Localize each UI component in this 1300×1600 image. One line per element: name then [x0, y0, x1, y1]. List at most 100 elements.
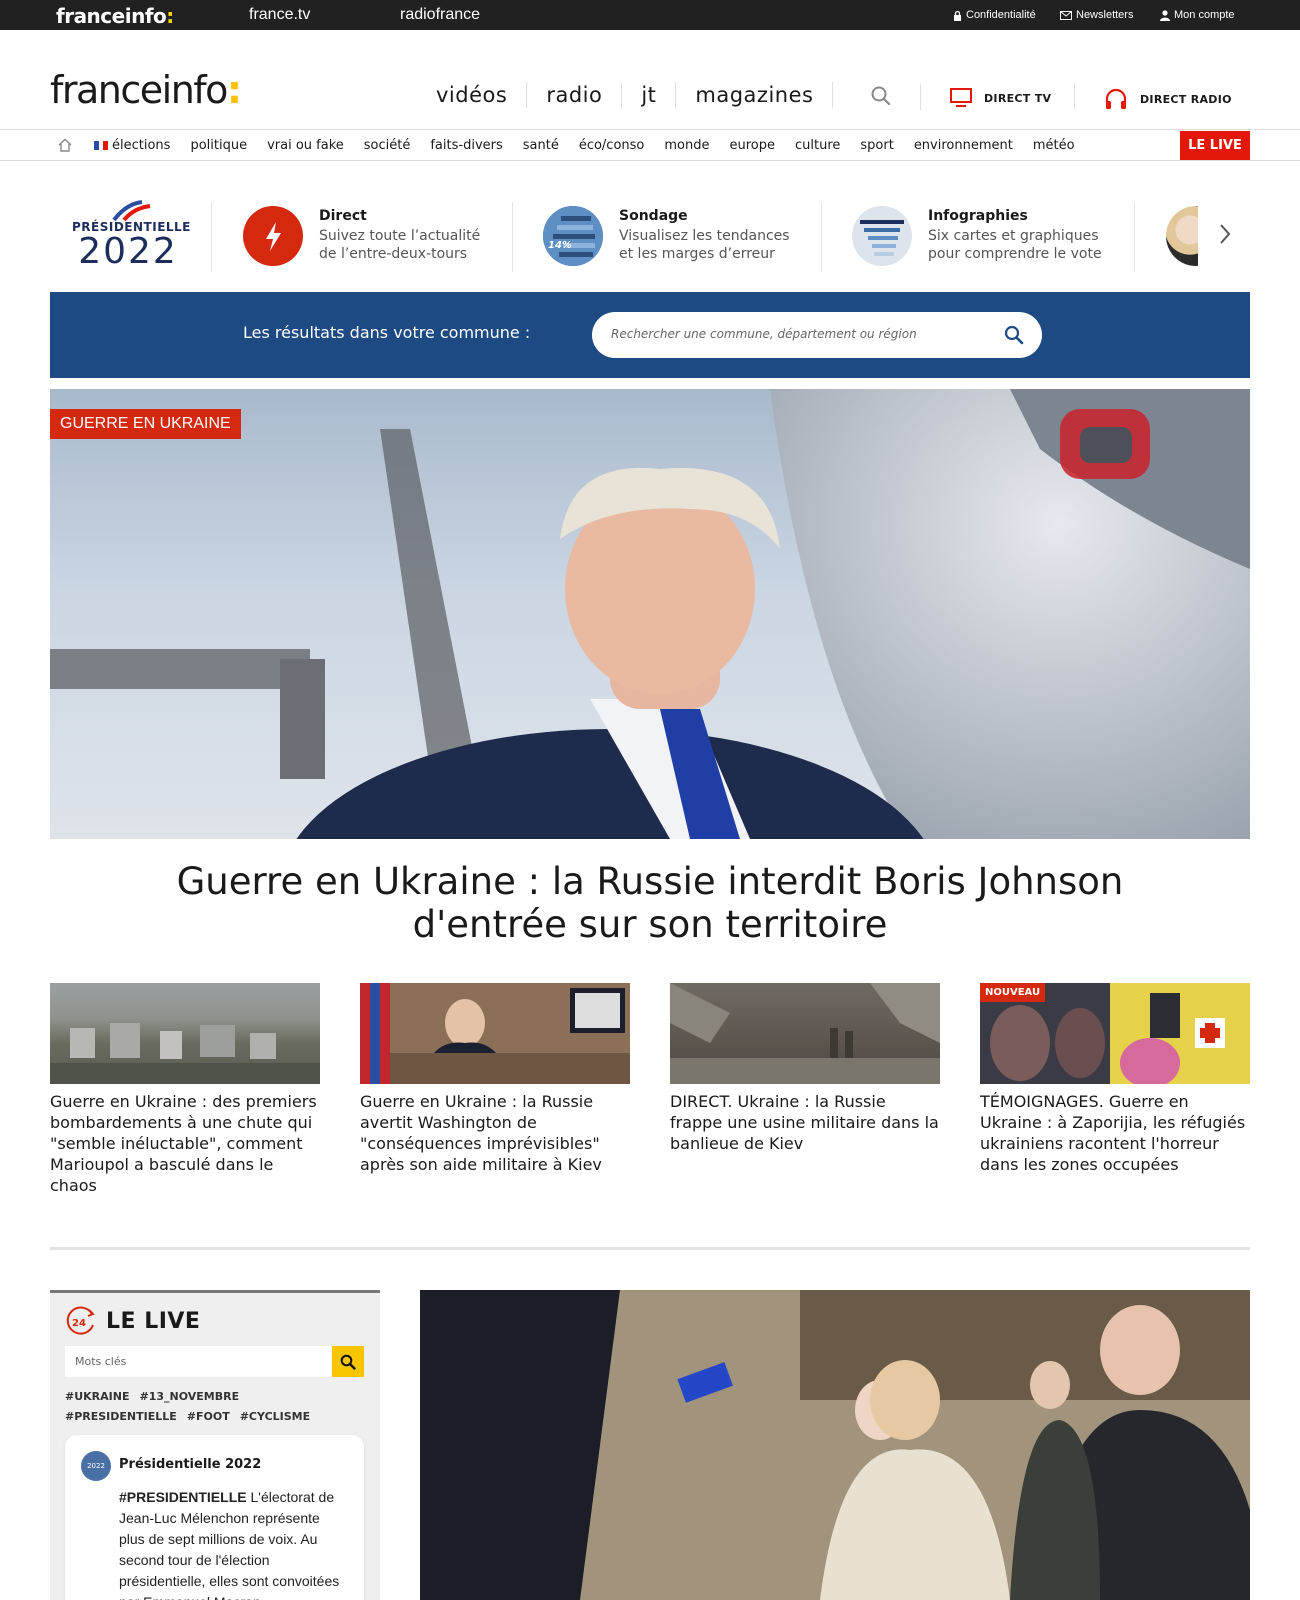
category-environnement[interactable]: environnement [914, 138, 1013, 153]
nav-magazines[interactable]: magazines [676, 82, 834, 108]
nav-radio[interactable]: radio [527, 82, 623, 108]
commune-results-banner: Les résultats dans votre commune : Reche… [50, 292, 1250, 378]
direct-card[interactable]: Direct Suivez toute l’actualité de l’ent… [243, 206, 480, 266]
infographic-bars-icon [852, 206, 912, 266]
article-card[interactable]: NOUVEAU TÉMOIGNAGES. Guerre en Ukraine :… [980, 983, 1250, 1196]
home-icon[interactable] [57, 137, 73, 157]
strip-separator [512, 202, 513, 272]
live-24-icon: 24 [66, 1306, 95, 1335]
hashtag-ukraine[interactable]: #UKRAINE [65, 1387, 129, 1407]
infographies-card-title: Infographies [928, 208, 1028, 224]
hashtag-foot[interactable]: #FOOT [187, 1407, 230, 1427]
hashtag-presidentielle[interactable]: #PRESIDENTIELLE [65, 1407, 177, 1427]
le-live-panel: 24 LE LIVE Mots clés #UKRAINE #13_NOVEMBR… [50, 1290, 380, 1600]
direct-card-desc: de l’entre-deux-tours [319, 246, 468, 262]
strip-separator [1134, 202, 1135, 272]
hero-headline[interactable]: Guerre en Ukraine : la Russie interdit B… [50, 860, 1250, 946]
nouveau-badge: NOUVEAU [980, 983, 1046, 1002]
commune-search-input[interactable]: Rechercher une commune, département ou r… [592, 312, 1042, 358]
category-eco-conso[interactable]: éco/conso [579, 138, 645, 153]
franceinfo-logo[interactable]: franceinfo: [50, 68, 242, 112]
lock-icon [954, 10, 961, 21]
infographies-card[interactable]: Infographies Six cartes et graphiques po… [852, 206, 1102, 266]
direct-tv-link[interactable]: DIRECT TV [950, 88, 1051, 108]
hashtag-list: #UKRAINE #13_NOVEMBRE#PRESIDENTIELLE #FOOT… [65, 1387, 365, 1427]
category-meteo[interactable]: météo [1033, 138, 1075, 153]
article-title: Guerre en Ukraine : la Russie avertit Wa… [360, 1092, 602, 1174]
featured-photo-image [420, 1290, 1250, 1600]
top-brand-colon: : [166, 4, 174, 28]
article-card[interactable]: DIRECT. Ukraine : la Russie frappe une u… [670, 983, 940, 1196]
search-icon[interactable] [1004, 325, 1024, 349]
header-separator [920, 84, 921, 110]
lightning-icon [243, 206, 303, 266]
direct-radio-link[interactable]: DIRECT RADIO [1104, 88, 1232, 110]
sondage-percent-badge: 14% [548, 240, 572, 251]
category-elections[interactable]: élections [94, 138, 170, 153]
sondage-card-desc: et les marges d’erreur [619, 246, 775, 262]
search-icon[interactable] [332, 1346, 364, 1377]
hashtag-13-novembre[interactable]: #13_NOVEMBRE [139, 1387, 239, 1407]
logo-colon: : [226, 68, 242, 112]
category-culture[interactable]: culture [795, 138, 840, 153]
radiofrance-link[interactable]: radiofrance [400, 6, 480, 24]
article-title: DIRECT. Ukraine : la Russie frappe une u… [670, 1092, 939, 1153]
header-search-icon[interactable] [870, 85, 892, 111]
mon-compte-link[interactable]: Mon compte [1160, 9, 1235, 21]
commune-search-placeholder: Rechercher une commune, département ou r… [611, 327, 917, 341]
hashtag-cyclisme[interactable]: #CYCLISME [240, 1407, 310, 1427]
confidentialite-link[interactable]: Confidentialité [953, 9, 1036, 21]
post-author: Présidentielle 2022 [119, 1457, 262, 1472]
hero-image[interactable]: GUERRE EN UKRAINE [50, 389, 1250, 839]
avatar: 2022 [81, 1451, 111, 1481]
le-live-button[interactable]: LE LIVE [1180, 131, 1250, 160]
presidentielle-strip: PRÉSIDENTIELLE 2022 Direct Suivez toute … [0, 190, 1300, 285]
featured-photo[interactable] [420, 1290, 1250, 1600]
direct-radio-label: DIRECT RADIO [1140, 92, 1232, 106]
hero-headline-line: d'entrée sur son territoire [412, 903, 888, 946]
hero-category-tag[interactable]: GUERRE EN UKRAINE [50, 409, 241, 439]
category-societe[interactable]: société [364, 138, 411, 153]
sondage-card-title: Sondage [619, 208, 688, 224]
strip-separator [821, 202, 822, 272]
sondage-card-desc: Visualisez les tendances [619, 228, 790, 244]
direct-card-title: Direct [319, 208, 367, 224]
strip-separator [211, 202, 212, 272]
category-list: élections politique vrai ou fake société… [94, 130, 1095, 161]
infographies-card-desc: Six cartes et graphiques [928, 228, 1099, 244]
post-body: #PRESIDENTIELLE L'électorat de Jean-Luc … [119, 1487, 344, 1600]
article-card[interactable]: Guerre en Ukraine : la Russie avertit Wa… [360, 983, 630, 1196]
infographies-card-desc: pour comprendre le vote [928, 246, 1102, 262]
category-sport[interactable]: sport [860, 138, 893, 153]
french-flag-icon [94, 141, 109, 150]
category-sante[interactable]: santé [523, 138, 559, 153]
franceinfo-top-link[interactable]: franceinfo: [56, 4, 174, 28]
newsletters-link[interactable]: Newsletters [1060, 9, 1133, 21]
category-vrai-ou-fake[interactable]: vrai ou fake [267, 138, 344, 153]
article-card[interactable]: Guerre en Ukraine : des premiers bombard… [50, 983, 320, 1196]
direct-tv-label: DIRECT TV [984, 91, 1052, 105]
presidentielle-2022-badge[interactable]: PRÉSIDENTIELLE 2022 [72, 200, 190, 270]
post-hashtag[interactable]: #PRESIDENTIELLE [119, 1489, 247, 1505]
hero-photo [50, 389, 1250, 839]
category-faits-divers[interactable]: faits-divers [430, 138, 502, 153]
category-europe[interactable]: europe [729, 138, 775, 153]
francetv-link[interactable]: france.tv [249, 6, 310, 24]
category-label: élections [112, 138, 171, 153]
chevron-right-icon[interactable] [1218, 222, 1232, 250]
mon-compte-label: Mon compte [1174, 9, 1235, 21]
keywords-placeholder: Mots clés [75, 1355, 127, 1368]
nav-videos[interactable]: vidéos [417, 82, 528, 108]
article-thumbnail [360, 983, 630, 1084]
le-live-header: 24 LE LIVE [65, 1305, 200, 1337]
sondage-card[interactable]: 14% Sondage Visualisez les tendances et … [543, 206, 790, 266]
live-post-card[interactable]: 2022 Présidentielle 2022 #PRESIDENTIELLE… [65, 1435, 364, 1600]
category-politique[interactable]: politique [190, 138, 247, 153]
candidate-card-partial[interactable] [1166, 206, 1198, 266]
section-divider [50, 1247, 1250, 1250]
nav-jt[interactable]: jt [622, 82, 677, 108]
keywords-search-input[interactable]: Mots clés [65, 1346, 364, 1377]
newsletters-label: Newsletters [1076, 9, 1134, 21]
category-monde[interactable]: monde [664, 138, 709, 153]
article-thumbnail [50, 983, 320, 1084]
